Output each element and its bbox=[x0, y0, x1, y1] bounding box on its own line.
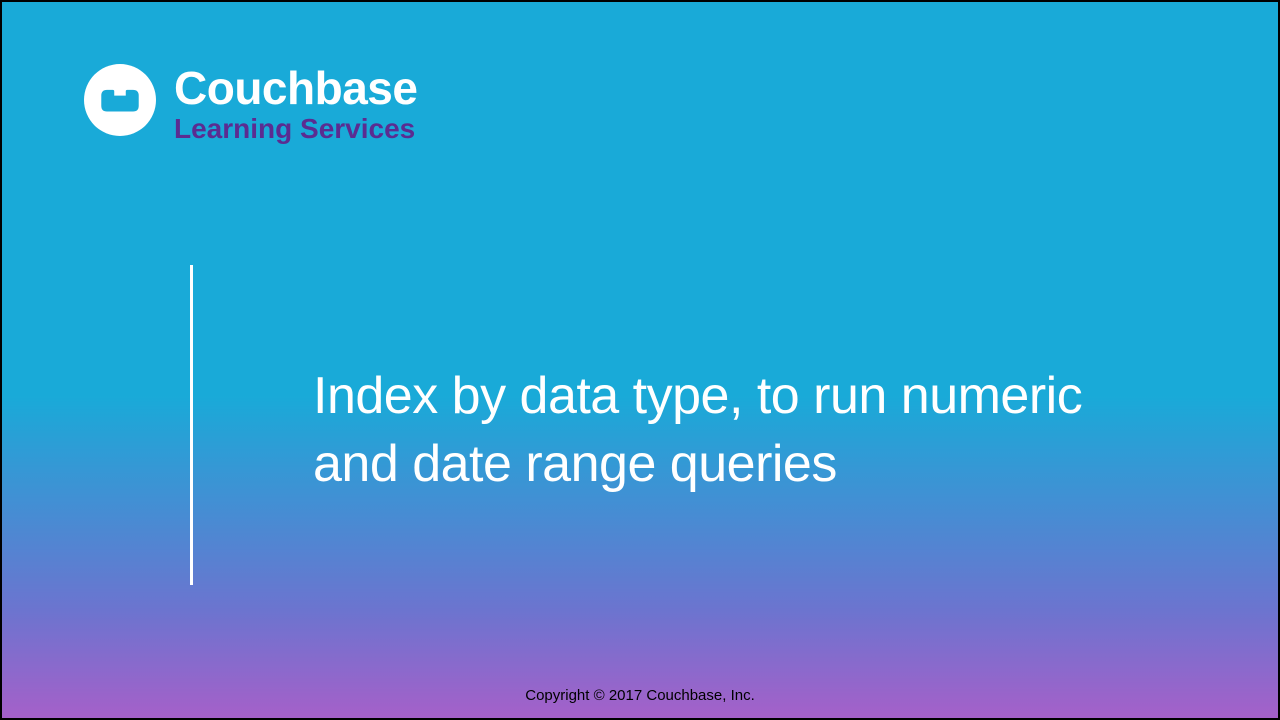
logo-text: Couchbase Learning Services bbox=[174, 64, 417, 145]
copyright-footer: Copyright © 2017 Couchbase, Inc. bbox=[2, 687, 1278, 704]
slide-title: Index by data type, to run numeric and d… bbox=[313, 265, 1153, 585]
vertical-rule bbox=[190, 265, 193, 585]
slide: Couchbase Learning Services Index by dat… bbox=[0, 0, 1280, 720]
brand-subline: Learning Services bbox=[174, 114, 417, 145]
logo-block: Couchbase Learning Services bbox=[84, 64, 417, 145]
couchbase-logo-icon bbox=[84, 64, 156, 136]
brand-name: Couchbase bbox=[174, 64, 417, 112]
title-block: Index by data type, to run numeric and d… bbox=[190, 265, 1153, 585]
